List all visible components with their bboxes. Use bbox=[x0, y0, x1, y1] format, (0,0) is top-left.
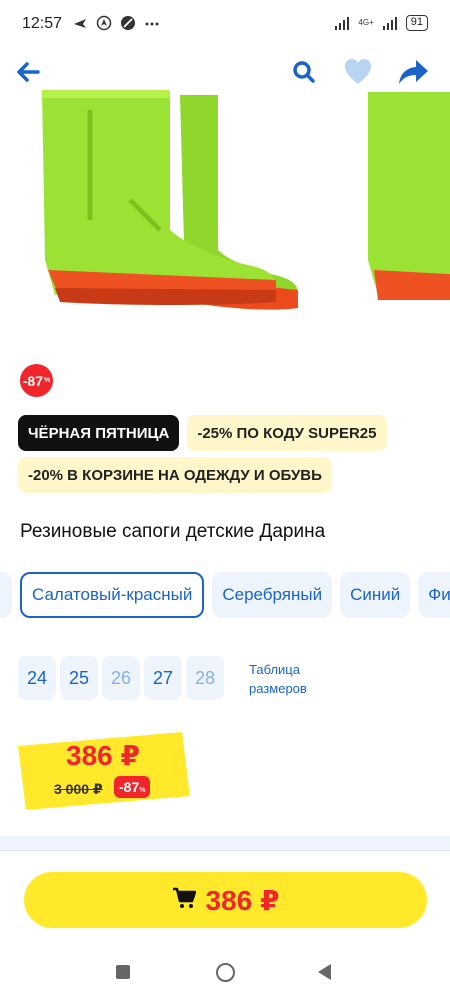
color-option[interactable]: Синий bbox=[340, 572, 411, 618]
share-button[interactable] bbox=[396, 56, 430, 88]
old-price: 3 000 ₽ bbox=[54, 781, 103, 797]
status-bar: 12:57 4G+ 91 bbox=[0, 0, 450, 50]
promo-row-1: ЧЁРНАЯ ПЯТНИЦА -25% ПО КОДУ SUPER25 bbox=[18, 415, 387, 451]
size-option[interactable]: 27 bbox=[144, 656, 182, 700]
product-image-gallery[interactable] bbox=[0, 80, 450, 320]
location-circle-icon bbox=[96, 15, 112, 31]
size-option-unavailable[interactable]: 28 bbox=[186, 656, 224, 700]
promo-row-2: -20% В КОРЗИНЕ НА ОДЕЖДУ И ОБУВЬ bbox=[18, 457, 332, 493]
favorite-button[interactable] bbox=[342, 56, 374, 88]
price-block: 386 ₽ 3 000 ₽ -87% bbox=[14, 730, 194, 812]
color-option-prev[interactable] bbox=[0, 572, 12, 618]
discount-badge-value: -87 bbox=[22, 372, 43, 389]
status-icons-right: 4G+ 91 bbox=[334, 15, 428, 31]
product-image-next bbox=[368, 92, 450, 300]
system-back-button[interactable] bbox=[318, 964, 331, 980]
size-table-link[interactable]: Таблица размеров bbox=[249, 660, 339, 698]
price-discount-unit: % bbox=[139, 787, 146, 794]
signal-icon-2 bbox=[382, 15, 398, 31]
product-image-boots bbox=[42, 90, 298, 310]
price-discount-badge: -87% bbox=[114, 776, 151, 798]
back-button[interactable] bbox=[12, 56, 44, 88]
share-icon bbox=[399, 60, 428, 84]
size-option-unavailable[interactable]: 26 bbox=[102, 656, 140, 700]
color-selector: Салатовый-красный Серебряный Синий Фиоле… bbox=[0, 572, 450, 620]
promo-black-friday[interactable]: ЧЁРНАЯ ПЯТНИЦА bbox=[18, 415, 180, 451]
buy-button-price: 386 ₽ bbox=[205, 884, 280, 916]
search-icon bbox=[293, 61, 315, 83]
discount-badge-unit: % bbox=[44, 377, 51, 384]
recent-apps-button[interactable] bbox=[116, 965, 130, 979]
product-title: Резиновые сапоги детские Дарина bbox=[20, 521, 326, 542]
airplane-icon bbox=[72, 15, 88, 31]
color-option[interactable]: Фиолетовый bbox=[418, 572, 450, 618]
promo-code-offer[interactable]: -25% ПО КОДУ SUPER25 bbox=[187, 415, 387, 451]
home-button[interactable] bbox=[216, 963, 235, 982]
cart-icon bbox=[172, 887, 196, 914]
signal-icon bbox=[334, 15, 350, 31]
discount-badge: -87% bbox=[20, 364, 53, 397]
battery-indicator: 91 bbox=[405, 15, 428, 31]
network-label: 4G+ bbox=[358, 18, 374, 27]
status-icons-left bbox=[72, 15, 160, 31]
arrow-left-icon bbox=[17, 62, 40, 82]
promo-cart-offer[interactable]: -20% В КОРЗИНЕ НА ОДЕЖДУ И ОБУВЬ bbox=[18, 457, 332, 493]
more-dots-icon bbox=[144, 15, 160, 31]
color-option[interactable]: Серебряный bbox=[212, 572, 333, 618]
status-time: 12:57 bbox=[22, 15, 63, 32]
add-to-cart-button[interactable]: 386 ₽ bbox=[24, 872, 427, 928]
top-action-bar bbox=[0, 52, 450, 92]
no-entry-icon bbox=[120, 15, 136, 31]
bottom-divider bbox=[0, 836, 450, 850]
color-option-selected[interactable]: Салатовый-красный bbox=[20, 572, 205, 618]
search-button[interactable] bbox=[290, 58, 318, 86]
size-selector: 24 25 26 27 28 bbox=[18, 656, 224, 700]
system-nav-bar bbox=[0, 946, 450, 1000]
size-option[interactable]: 25 bbox=[60, 656, 98, 700]
size-option[interactable]: 24 bbox=[18, 656, 56, 700]
heart-icon bbox=[345, 59, 371, 84]
current-price: 386 ₽ bbox=[66, 740, 140, 771]
price-discount-value: -87 bbox=[119, 779, 140, 795]
